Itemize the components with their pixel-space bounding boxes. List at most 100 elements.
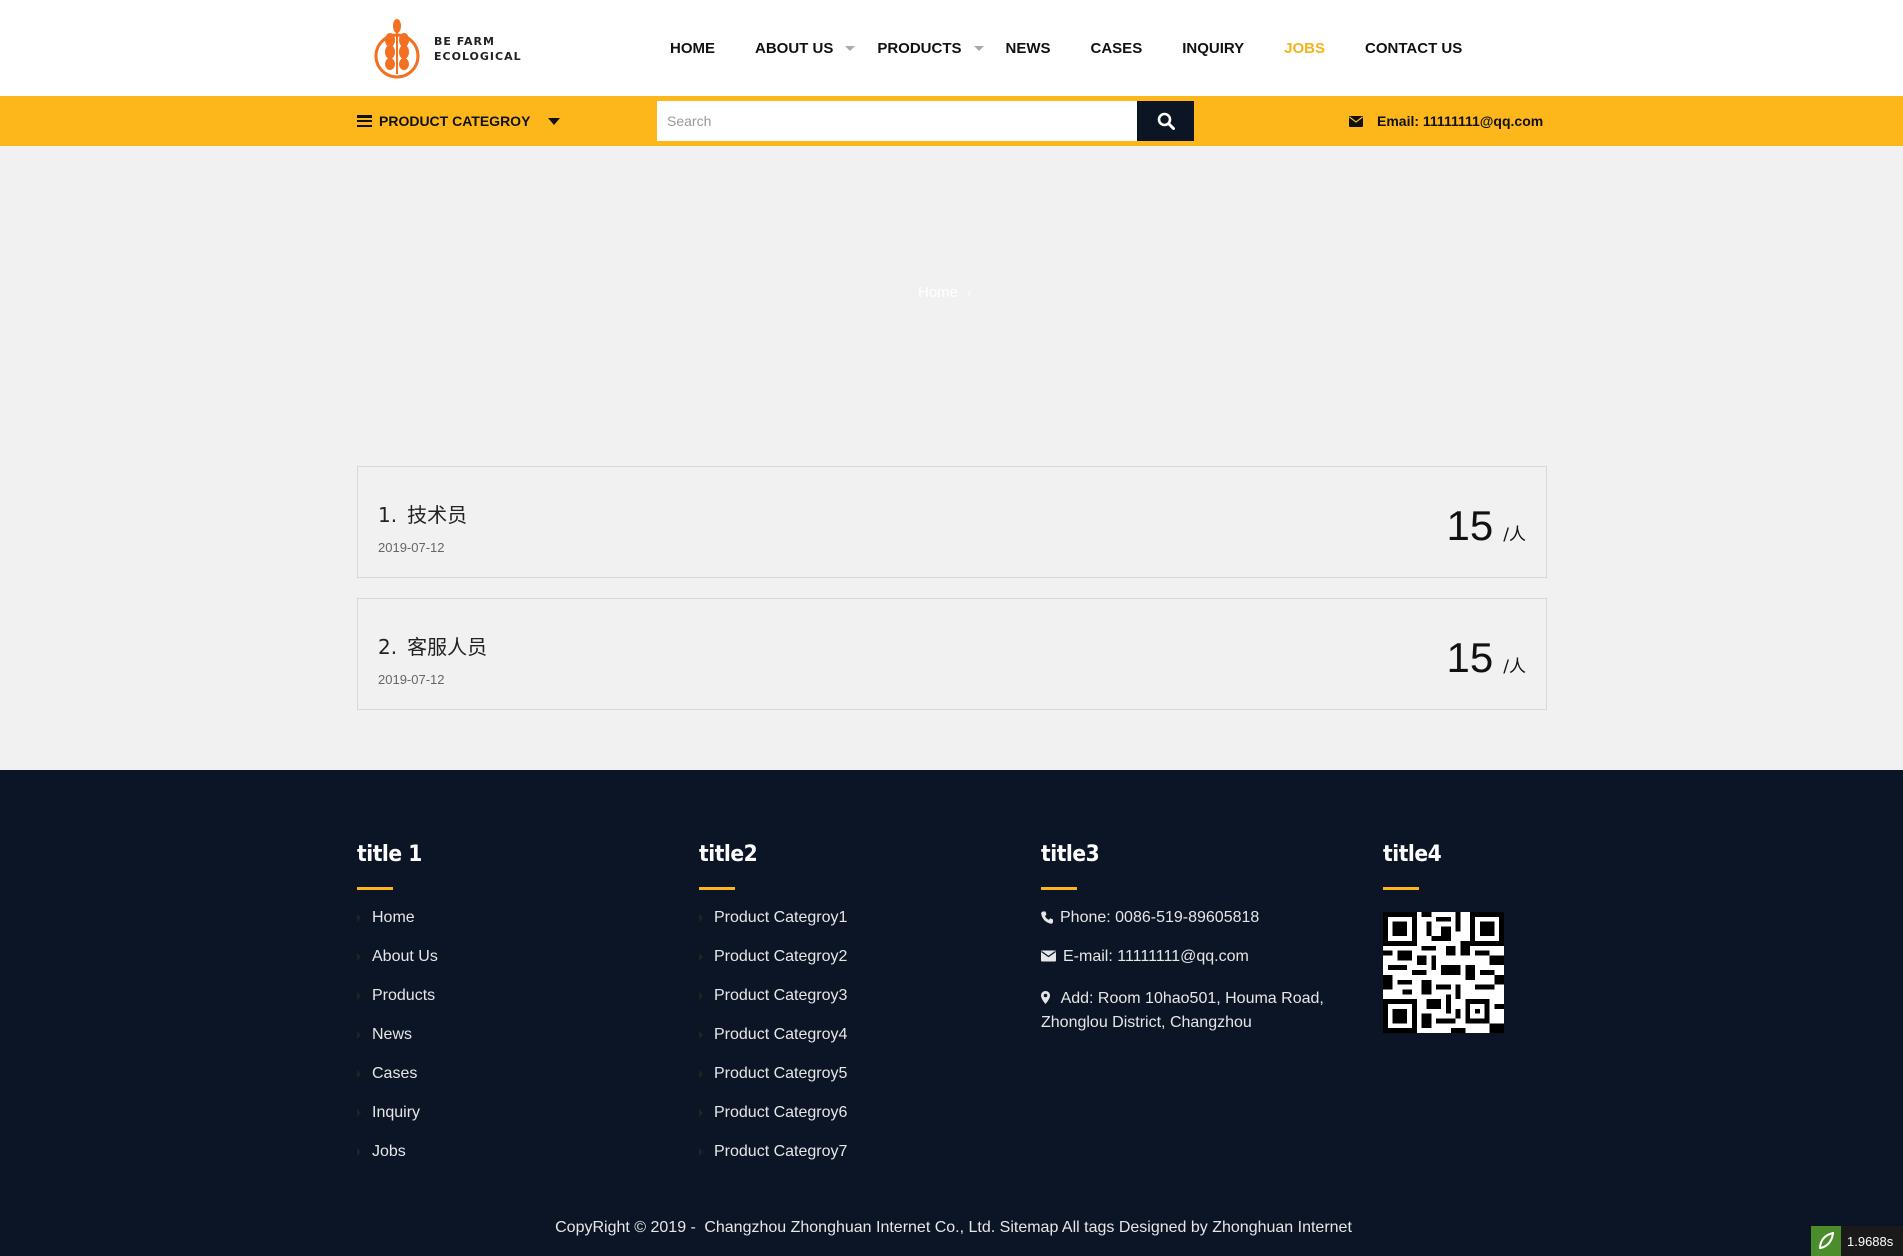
footer-title-underline <box>1383 887 1419 890</box>
nav-cases[interactable]: CASES <box>1071 40 1163 57</box>
footer-link-item[interactable]: News <box>357 1026 438 1065</box>
footer-link-item[interactable]: Home <box>357 909 438 948</box>
footer-phone-text: Phone: 0086-519-89605818 <box>1060 909 1260 926</box>
footer-column-2: title2 Product Categroy1 Product Categro… <box>699 842 847 1182</box>
footer-link[interactable]: Home <box>372 909 415 927</box>
all-tags-link[interactable]: All tags <box>1062 1219 1114 1236</box>
qr-code-image <box>1383 912 1504 1033</box>
footer-link[interactable]: Product Categroy2 <box>714 948 847 966</box>
footer-link[interactable]: Product Categroy6 <box>714 1104 847 1122</box>
nav-jobs[interactable]: JOBS <box>1264 40 1345 57</box>
nav-contact-us[interactable]: CONTACT US <box>1345 40 1482 57</box>
chevron-down-icon[interactable] <box>845 45 856 51</box>
footer-link-item[interactable]: Product Categroy7 <box>699 1143 847 1182</box>
caret-right-icon <box>699 992 703 1000</box>
footer-link-item[interactable]: Product Categroy2 <box>699 948 847 987</box>
footer-link[interactable]: News <box>372 1026 412 1044</box>
nav-jobs-label: JOBS <box>1284 39 1326 57</box>
footer-link[interactable]: Product Categroy3 <box>714 987 847 1005</box>
job-headcount-number: 15 <box>1446 502 1494 549</box>
chevron-down-icon[interactable] <box>973 45 984 51</box>
footer-link[interactable]: Cases <box>372 1065 417 1083</box>
footer-email-text: E-mail: 11111111@qq.com <box>1063 948 1249 965</box>
footer-link-item[interactable]: Inquiry <box>357 1104 438 1143</box>
caret-right-icon <box>699 1109 703 1117</box>
footer-email[interactable]: E-mail: 11111111@qq.com <box>1041 948 1331 987</box>
search-button[interactable] <box>1137 101 1194 141</box>
caret-right-icon <box>357 1031 361 1039</box>
footer-link[interactable]: Jobs <box>372 1143 406 1161</box>
footer-column-4: title4 <box>1383 842 1504 1033</box>
nav-about-us[interactable]: ABOUT US <box>735 40 857 57</box>
caret-right-icon <box>357 914 361 922</box>
caret-right-icon <box>357 1109 361 1117</box>
caret-right-icon <box>357 953 361 961</box>
header-email-text: Email: 11111111@qq.com <box>1377 113 1544 129</box>
job-headcount-unit: /人 <box>1503 525 1526 545</box>
search-icon <box>1157 112 1175 130</box>
footer-link-item[interactable]: Product Categroy5 <box>699 1065 847 1104</box>
product-category-button[interactable]: PRODUCT CATEGROY <box>357 96 561 146</box>
job-title[interactable]: 2. 客服人员 <box>378 631 487 660</box>
job-date: 2019-07-12 <box>378 540 445 555</box>
footer-links-1: Home About Us Products News Cases Inquir… <box>357 909 438 1182</box>
site-logo[interactable]: BE FARM ECOLOGICAL <box>357 11 533 87</box>
job-title[interactable]: 1. 技术员 <box>378 499 467 528</box>
footer-title-underline <box>699 887 735 890</box>
nav-home[interactable]: HOME <box>650 40 735 57</box>
job-date: 2019-07-12 <box>378 672 445 687</box>
footer-link[interactable]: Inquiry <box>372 1104 420 1122</box>
footer-link-item[interactable]: Products <box>357 987 438 1026</box>
designer-link[interactable]: Designed by Zhonghuan Internet <box>1119 1219 1352 1236</box>
footer-link[interactable]: About Us <box>372 948 438 966</box>
footer-link-item[interactable]: Product Categroy1 <box>699 909 847 948</box>
caret-right-icon <box>699 953 703 961</box>
product-category-label: PRODUCT CATEGROY <box>379 113 531 129</box>
footer-link-item[interactable]: Product Categroy4 <box>699 1026 847 1065</box>
logo-line-2: ECOLOGICAL <box>434 50 522 63</box>
footer-link[interactable]: Product Categroy4 <box>714 1026 847 1044</box>
nav-about-us-label: ABOUT US <box>755 39 834 57</box>
job-headcount-number: 15 <box>1446 634 1494 681</box>
caret-right-icon <box>357 1070 361 1078</box>
site-footer: title 1 Home About Us Products News Case… <box>0 770 1903 1256</box>
nav-cases-label: CASES <box>1090 39 1143 57</box>
leaf-icon <box>1811 1226 1841 1256</box>
footer-address-text: Add: Room 10hao501, Houma Road, Zhonglou… <box>1041 990 1324 1031</box>
header-email[interactable]: Email: 11111111@qq.com <box>1349 96 1543 146</box>
footer-phone: Phone: 0086-519-89605818 <box>1041 909 1331 948</box>
breadcrumb-home[interactable]: Home <box>918 284 958 301</box>
footer-link-item[interactable]: Jobs <box>357 1143 438 1182</box>
map-marker-icon <box>1041 991 1050 1004</box>
footer-link[interactable]: Product Categroy7 <box>714 1143 847 1161</box>
footer-link-item[interactable]: Product Categroy6 <box>699 1104 847 1143</box>
footer-link[interactable]: Product Categroy5 <box>714 1065 847 1083</box>
footer-title-underline <box>1041 887 1077 890</box>
job-item[interactable]: 2. 客服人员 2019-07-12 15/人 <box>357 598 1547 710</box>
search-input[interactable] <box>657 101 1137 141</box>
footer-link-item[interactable]: Product Categroy3 <box>699 987 847 1026</box>
phone-icon <box>1041 911 1053 924</box>
footer-title-1: title 1 <box>357 842 422 867</box>
job-item[interactable]: 1. 技术员 2019-07-12 15/人 <box>357 466 1547 578</box>
nav-inquiry[interactable]: INQUIRY <box>1162 40 1264 57</box>
job-number: 1. <box>378 503 398 527</box>
copyright-text: CopyRight © 2019 - <box>555 1219 696 1236</box>
footer-link[interactable]: Product Categroy1 <box>714 909 847 927</box>
nav-home-label: HOME <box>670 39 715 57</box>
caret-right-icon <box>699 1148 703 1156</box>
job-title-text: 客服人员 <box>407 635 488 659</box>
footer-link-item[interactable]: Cases <box>357 1065 438 1104</box>
site-header: BE FARM ECOLOGICAL HOME ABOUT US PRODUCT… <box>0 0 1903 96</box>
company-link[interactable]: Changzhou Zhonghuan Internet Co., Ltd. <box>704 1219 995 1236</box>
footer-link-item[interactable]: About Us <box>357 948 438 987</box>
sitemap-link[interactable]: Sitemap <box>1000 1219 1059 1236</box>
envelope-icon <box>1041 950 1056 962</box>
nav-news[interactable]: NEWS <box>986 40 1071 57</box>
footer-links-2: Product Categroy1 Product Categroy2 Prod… <box>699 909 847 1182</box>
load-timer-widget[interactable]: 1.9688s <box>1811 1226 1903 1256</box>
nav-products[interactable]: PRODUCTS <box>857 40 985 57</box>
breadcrumb: Home › <box>918 284 971 301</box>
job-number: 2. <box>378 635 398 659</box>
footer-link[interactable]: Products <box>372 987 435 1005</box>
